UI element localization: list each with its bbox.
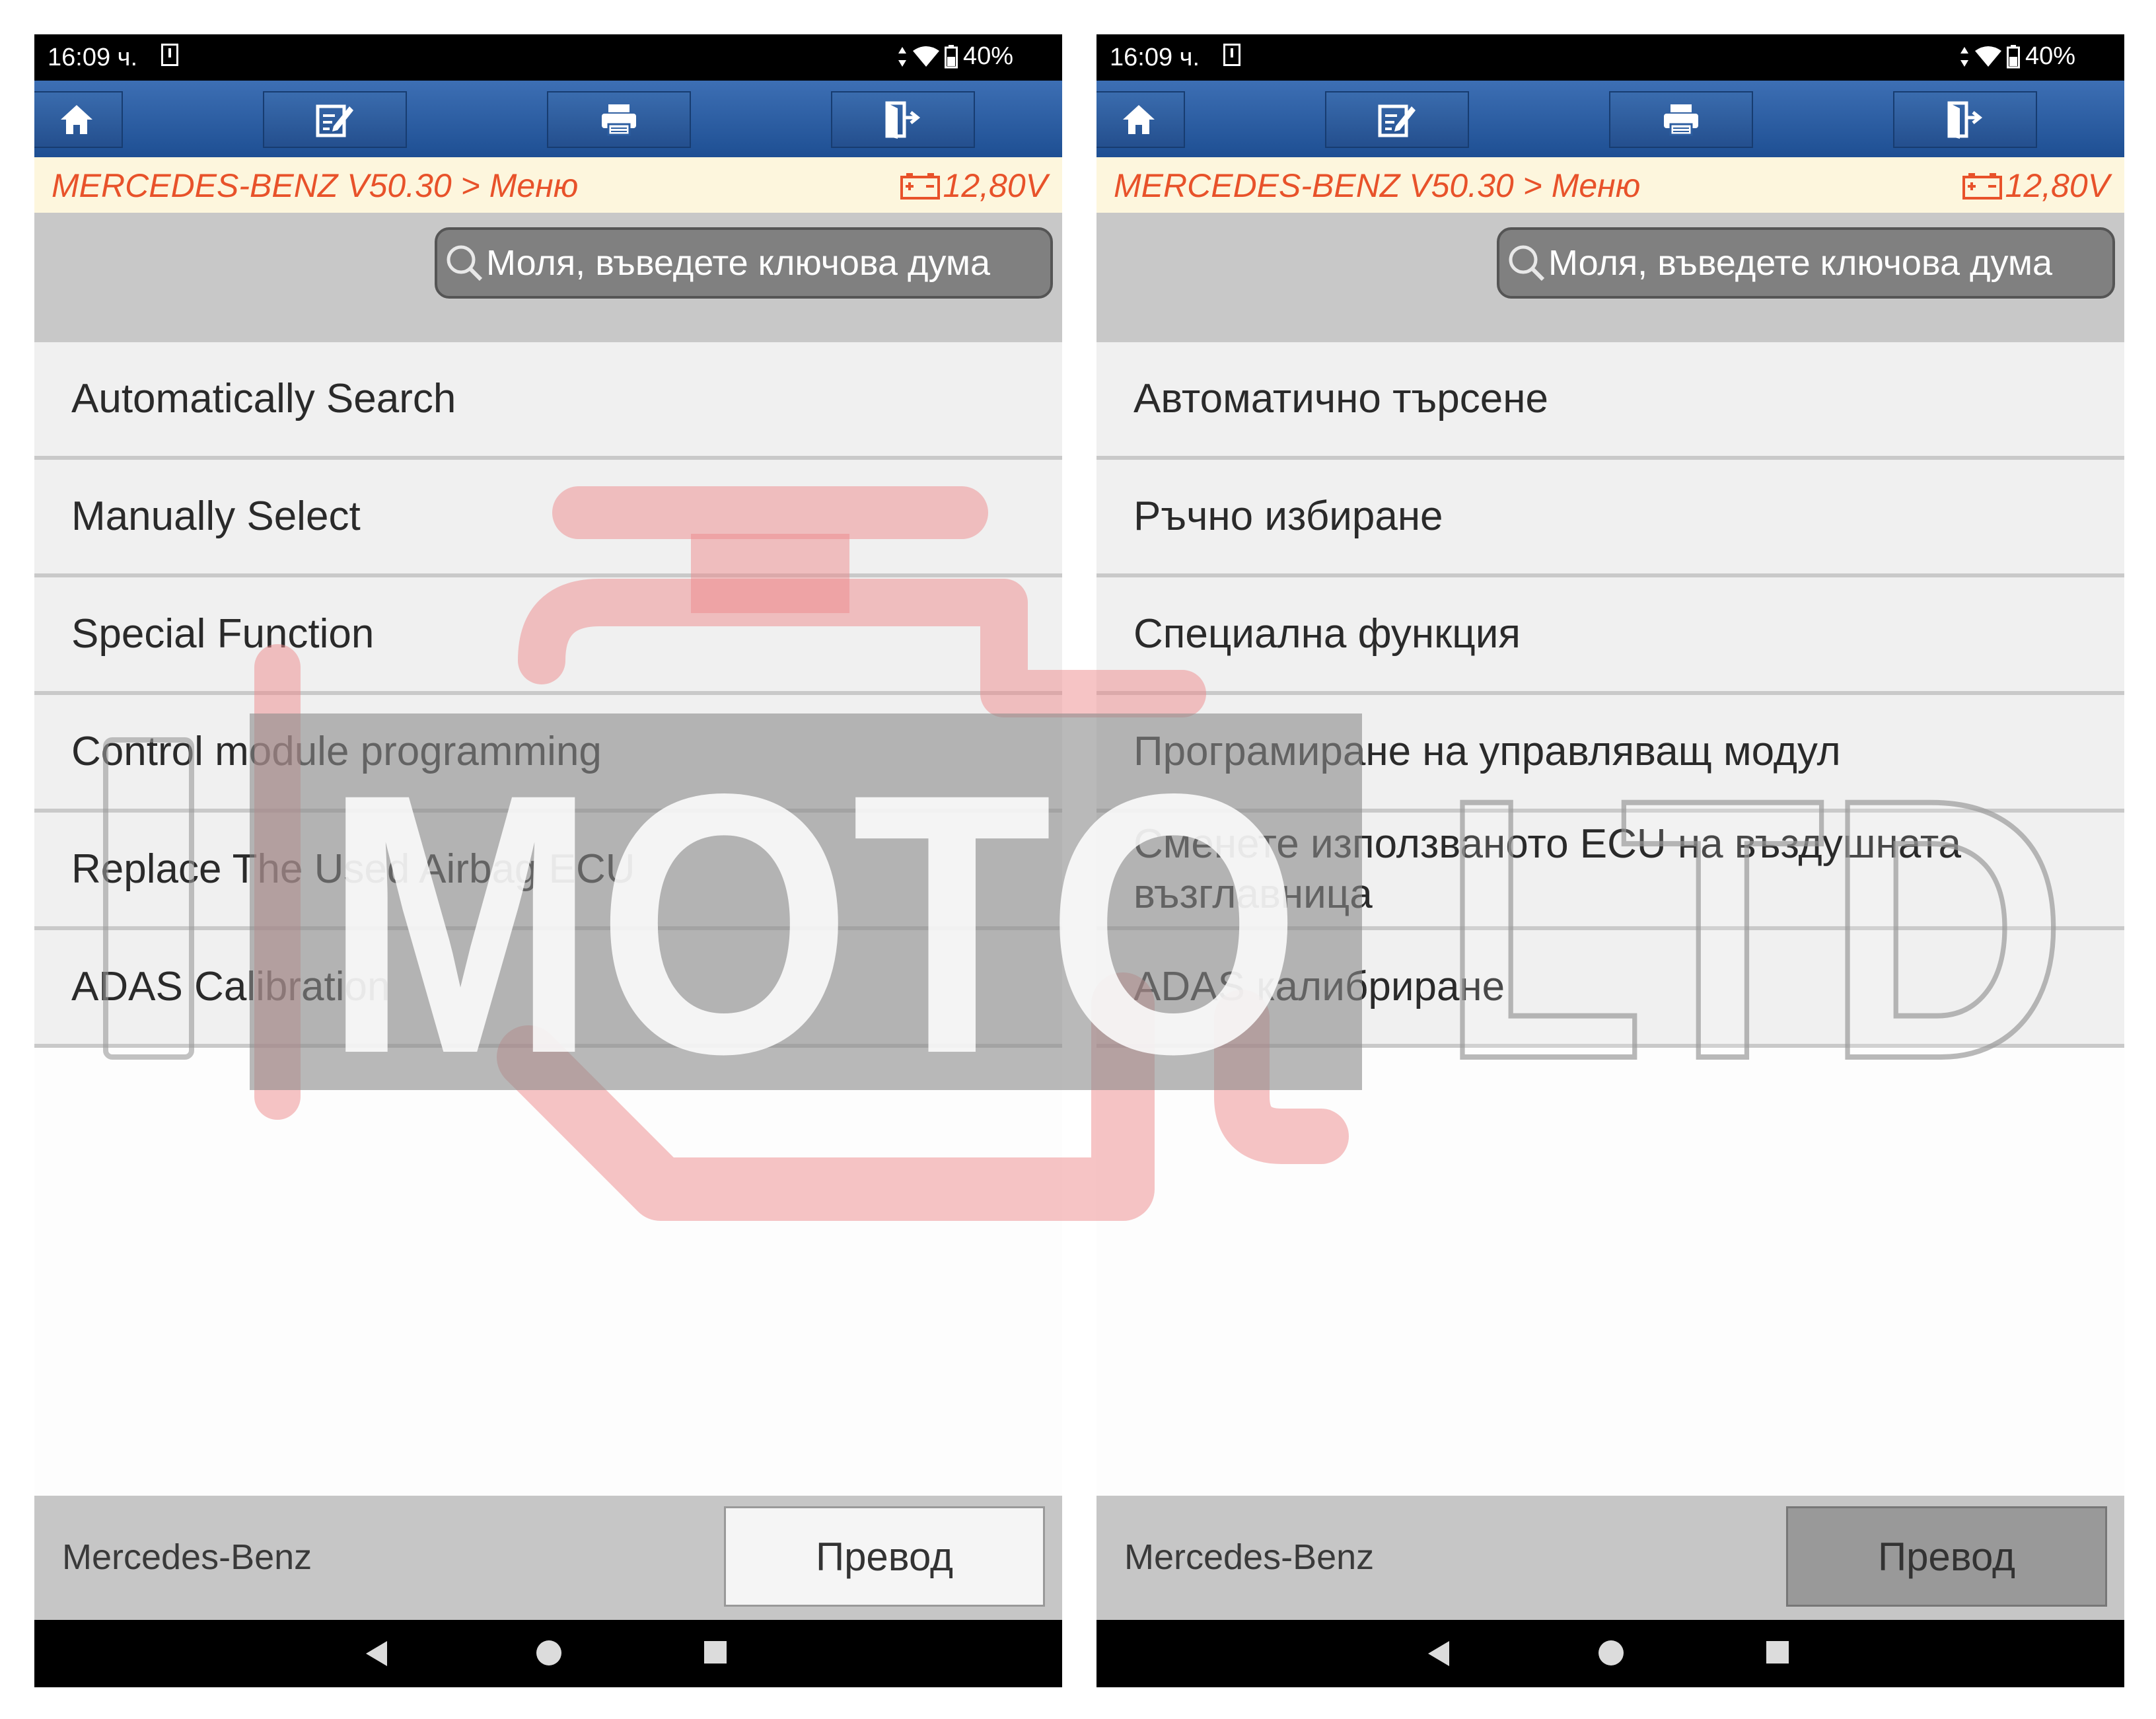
- menu-item-label: Сменете използваното ECU на въздушната в…: [1133, 821, 1962, 917]
- footer-bar: Mercedes-Benz Превод: [34, 1496, 1062, 1620]
- home-icon: [61, 105, 92, 134]
- menu-item-label: Automatically Search: [71, 376, 456, 422]
- search-box[interactable]: [1497, 227, 2115, 299]
- screen-english: 16:09 ч. 40% MERCEDES-BENZ V50.30 > Меню…: [34, 34, 1062, 1687]
- vehicle-brand-label: Mercedes-Benz: [62, 1537, 312, 1577]
- search-input[interactable]: [486, 242, 1028, 283]
- search-bar: [1096, 213, 2124, 342]
- menu-item-adas-calibration[interactable]: ADAS калибриране: [1096, 930, 2124, 1048]
- breadcrumb: MERCEDES-BENZ V50.30 > Меню 12,80V: [34, 157, 1062, 213]
- back-icon[interactable]: [366, 1641, 387, 1666]
- print-button[interactable]: [547, 91, 691, 148]
- edit-icon: [1378, 104, 1416, 137]
- menu-item-label: Специална функция: [1133, 611, 1521, 657]
- search-bar: [34, 213, 1062, 342]
- menu-item-label: Програмиране на управляващ модул: [1133, 729, 1841, 775]
- back-icon[interactable]: [1428, 1641, 1449, 1666]
- status-bar: 16:09 ч. 40%: [34, 34, 1062, 81]
- status-time: 16:09 ч.: [48, 44, 138, 71]
- menu-item-control-module-programming[interactable]: Програмиране на управляващ модул: [1096, 695, 2124, 813]
- menu-item-label: Control module programming: [71, 729, 602, 775]
- home-circle-icon[interactable]: [536, 1640, 561, 1665]
- data-transfer-icon: [898, 46, 906, 67]
- screen-bulgarian: 16:09 ч. 40% MERCEDES-BENZ V50.30 > Меню…: [1096, 34, 2124, 1687]
- home-button[interactable]: [34, 91, 123, 148]
- menu-item-label: ADAS калибриране: [1133, 964, 1505, 1010]
- voltage-readout: 12,80V: [900, 166, 1048, 205]
- breadcrumb-path: MERCEDES-BENZ V50.30 > Меню: [1114, 167, 1641, 204]
- wifi-icon: [1974, 46, 2001, 67]
- printer-icon: [1664, 104, 1698, 136]
- battery-icon: [944, 44, 958, 68]
- voltage-value: 12,80V: [2005, 167, 2110, 204]
- menu-item-special-function[interactable]: Специална функция: [1096, 577, 2124, 695]
- exit-button[interactable]: [1893, 91, 2037, 148]
- car-battery-icon: [1962, 173, 2002, 200]
- search-icon: [447, 245, 483, 281]
- menu-item-label: Ръчно избиране: [1133, 494, 1443, 540]
- breadcrumb-path: MERCEDES-BENZ V50.30 > Меню: [52, 167, 579, 204]
- menu-list: Автоматично търсене Ръчно избиране Специ…: [1096, 342, 2124, 1048]
- recent-apps-icon[interactable]: [704, 1641, 727, 1664]
- menu-item-adas-calibration[interactable]: ADAS Calibration: [34, 930, 1062, 1048]
- voltage-readout: 12,80V: [1962, 166, 2110, 205]
- status-time: 16:09 ч.: [1110, 44, 1200, 71]
- menu-item-manually-select[interactable]: Ръчно избиране: [1096, 460, 2124, 577]
- voltage-value: 12,80V: [943, 167, 1048, 204]
- search-icon: [1509, 245, 1545, 281]
- edit-button[interactable]: [263, 91, 407, 148]
- translate-button[interactable]: Превод: [1786, 1506, 2107, 1607]
- menu-item-replace-airbag-ecu[interactable]: Replace The Used Airbag ECU: [34, 813, 1062, 930]
- menu-item-automatically-search[interactable]: Automatically Search: [34, 342, 1062, 460]
- menu-item-replace-airbag-ecu[interactable]: Сменете използваното ECU на въздушната в…: [1096, 813, 2124, 930]
- status-indicators: 40%: [1959, 42, 2075, 71]
- car-battery-icon: [900, 173, 940, 200]
- menu-list: Automatically Search Manually Select Spe…: [34, 342, 1062, 1048]
- edit-icon: [316, 104, 353, 137]
- breadcrumb: MERCEDES-BENZ V50.30 > Меню 12,80V: [1096, 157, 2124, 213]
- translate-button[interactable]: Превод: [724, 1506, 1045, 1607]
- menu-item-label: ADAS Calibration: [71, 964, 390, 1010]
- edit-button[interactable]: [1325, 91, 1469, 148]
- wifi-icon: [912, 46, 939, 67]
- toolbar: [1096, 81, 2124, 157]
- home-icon: [1123, 105, 1155, 134]
- status-indicators: 40%: [897, 42, 1013, 71]
- vehicle-brand-label: Mercedes-Benz: [1124, 1537, 1375, 1577]
- battery-icon: [2006, 44, 2020, 68]
- android-nav-bar: [34, 1620, 1062, 1687]
- menu-item-label: Special Function: [71, 611, 375, 657]
- menu-item-control-module-programming[interactable]: Control module programming: [34, 695, 1062, 813]
- data-transfer-icon: [1960, 46, 1968, 67]
- menu-item-manually-select[interactable]: Manually Select: [34, 460, 1062, 577]
- download-icon: [161, 44, 178, 66]
- home-button[interactable]: [1096, 91, 1185, 148]
- status-bar: 16:09 ч. 40%: [1096, 34, 2124, 81]
- menu-item-label: Manually Select: [71, 494, 361, 540]
- footer-bar: Mercedes-Benz Превод: [1096, 1496, 2124, 1620]
- menu-item-label: Автоматично търсене: [1133, 376, 1548, 422]
- toolbar: [34, 81, 1062, 157]
- download-icon: [1223, 44, 1240, 66]
- exit-icon: [885, 101, 921, 139]
- exit-icon: [1947, 101, 1983, 139]
- recent-apps-icon[interactable]: [1766, 1641, 1789, 1664]
- android-nav-bar: [1096, 1620, 2124, 1687]
- print-button[interactable]: [1609, 91, 1753, 148]
- printer-icon: [602, 104, 636, 136]
- search-box[interactable]: [435, 227, 1053, 299]
- home-circle-icon[interactable]: [1599, 1640, 1624, 1665]
- exit-button[interactable]: [831, 91, 975, 148]
- menu-item-automatically-search[interactable]: Автоматично търсене: [1096, 342, 2124, 460]
- search-input[interactable]: [1548, 242, 2090, 283]
- menu-item-label: Replace The Used Airbag ECU: [71, 846, 635, 893]
- battery-percent: 40%: [2025, 42, 2075, 70]
- battery-percent: 40%: [962, 42, 1013, 70]
- menu-item-special-function[interactable]: Special Function: [34, 577, 1062, 695]
